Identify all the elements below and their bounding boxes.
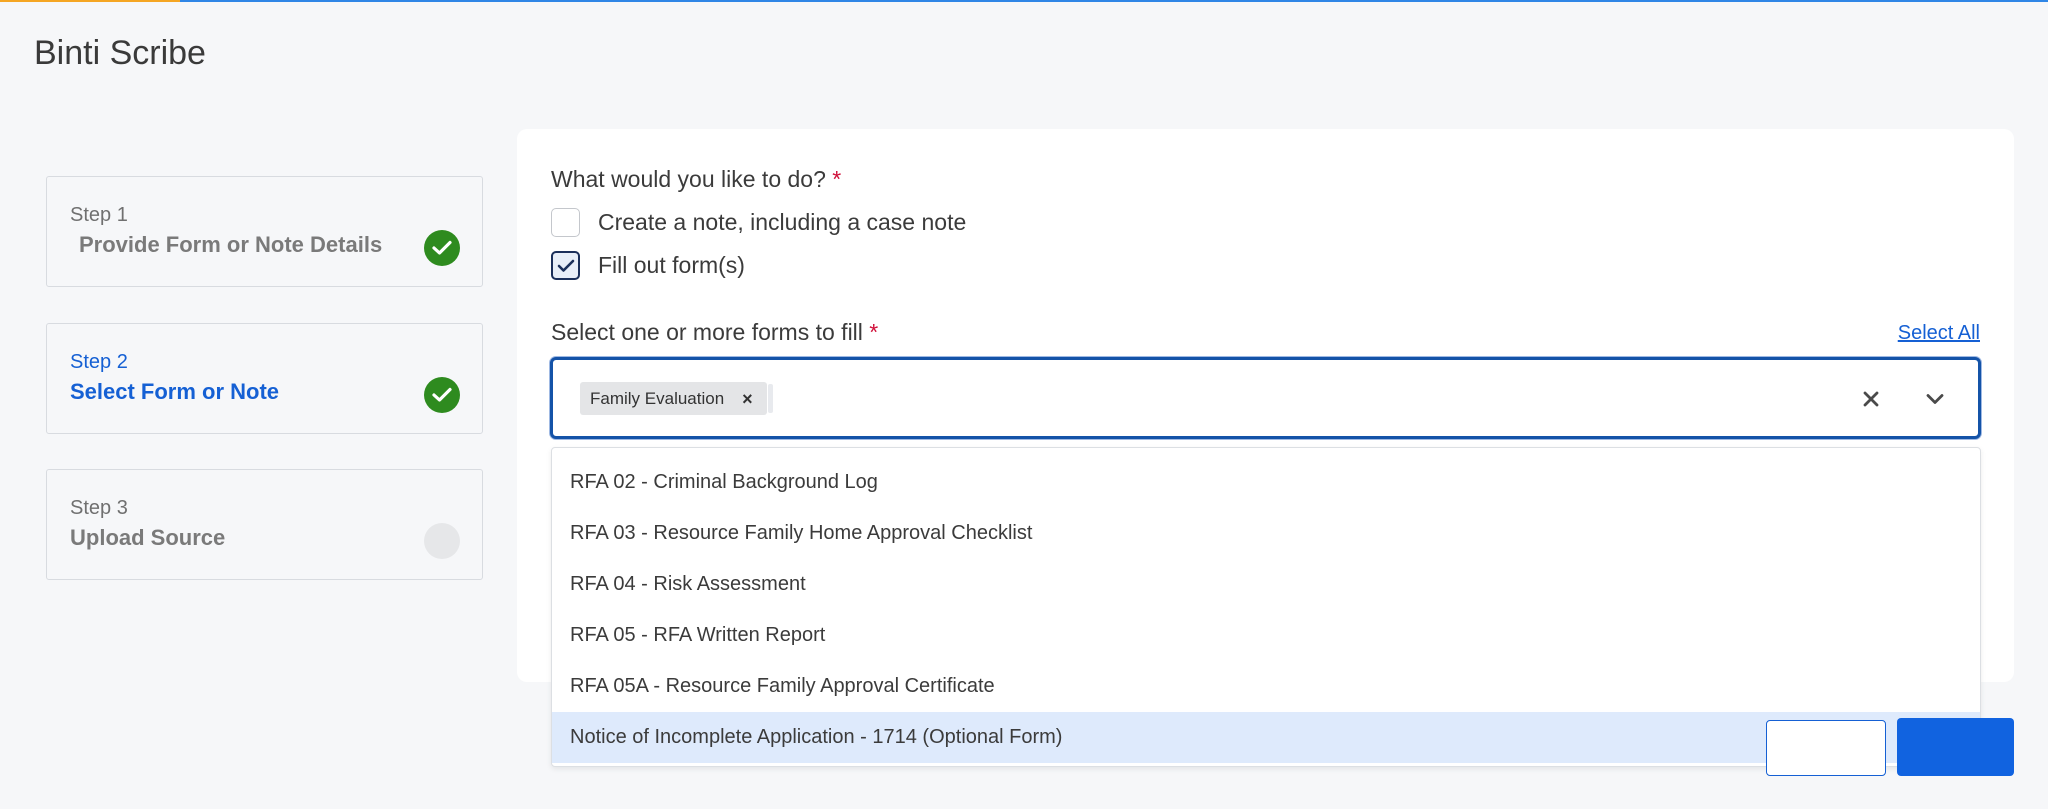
app-title: Binti Scribe <box>34 34 206 72</box>
forms-dropdown-menu: RFA 02 - Criminal Background Log RFA 03 … <box>551 447 1981 767</box>
step-card-2[interactable]: Step 2 Select Form or Note <box>46 323 483 434</box>
dropdown-option[interactable]: RFA 02 - Criminal Background Log <box>552 457 1980 508</box>
required-mark: * <box>869 319 879 345</box>
check-circle-icon <box>424 377 460 413</box>
forms-select-label: Select one or more forms to fill * <box>551 319 878 346</box>
option-label: Create a note, including a case note <box>598 209 967 235</box>
option-label: Fill out form(s) <box>598 252 745 278</box>
step-title: Select Form or Note <box>70 379 280 404</box>
checkbox[interactable] <box>551 208 580 237</box>
step-card-1[interactable]: Step 1 Provide Form or Note Details <box>46 176 483 287</box>
required-mark: * <box>832 166 842 192</box>
top-progress-bar <box>0 0 2048 2</box>
step-label: Step 3 <box>70 497 128 519</box>
dropdown-option[interactable]: RFA 03 - Resource Family Home Approval C… <box>552 508 1980 559</box>
dropdown-option[interactable]: RFA 05 - RFA Written Report <box>552 610 1980 661</box>
step-label: Step 1 <box>70 204 128 226</box>
check-circle-icon <box>424 230 460 266</box>
step-label: Step 2 <box>70 351 128 373</box>
checkbox[interactable] <box>551 251 580 280</box>
option-create-note[interactable]: Create a note, including a case note <box>551 208 966 237</box>
forms-select-text: Select one or more forms to fill <box>551 319 863 345</box>
step-title: Upload Source <box>70 525 226 550</box>
chip-remove-icon[interactable]: × <box>742 390 753 408</box>
chip-label: Family Evaluation <box>590 388 725 408</box>
clear-icon[interactable] <box>1854 382 1888 416</box>
dropdown-option[interactable]: RFA 05A - Resource Family Approval Certi… <box>552 661 1980 712</box>
pending-circle-icon <box>424 523 460 559</box>
text-cursor <box>768 384 773 413</box>
question-label: What would you like to do? * <box>551 166 841 193</box>
step-title: Provide Form or Note Details <box>79 232 383 257</box>
chevron-down-icon[interactable] <box>1918 382 1952 416</box>
primary-button[interactable] <box>1897 718 2014 776</box>
question-text: What would you like to do? <box>551 166 826 192</box>
dropdown-option[interactable]: RFA 04 - Risk Assessment <box>552 559 1980 610</box>
checkmark-icon <box>557 259 574 272</box>
option-fill-forms[interactable]: Fill out form(s) <box>551 251 745 280</box>
selected-chip: Family Evaluation × <box>580 382 767 415</box>
secondary-button[interactable] <box>1766 720 1886 776</box>
forms-multiselect[interactable]: Family Evaluation × <box>550 357 1981 439</box>
step-card-3[interactable]: Step 3 Upload Source <box>46 469 483 580</box>
select-all-link[interactable]: Select All <box>1898 322 1980 345</box>
